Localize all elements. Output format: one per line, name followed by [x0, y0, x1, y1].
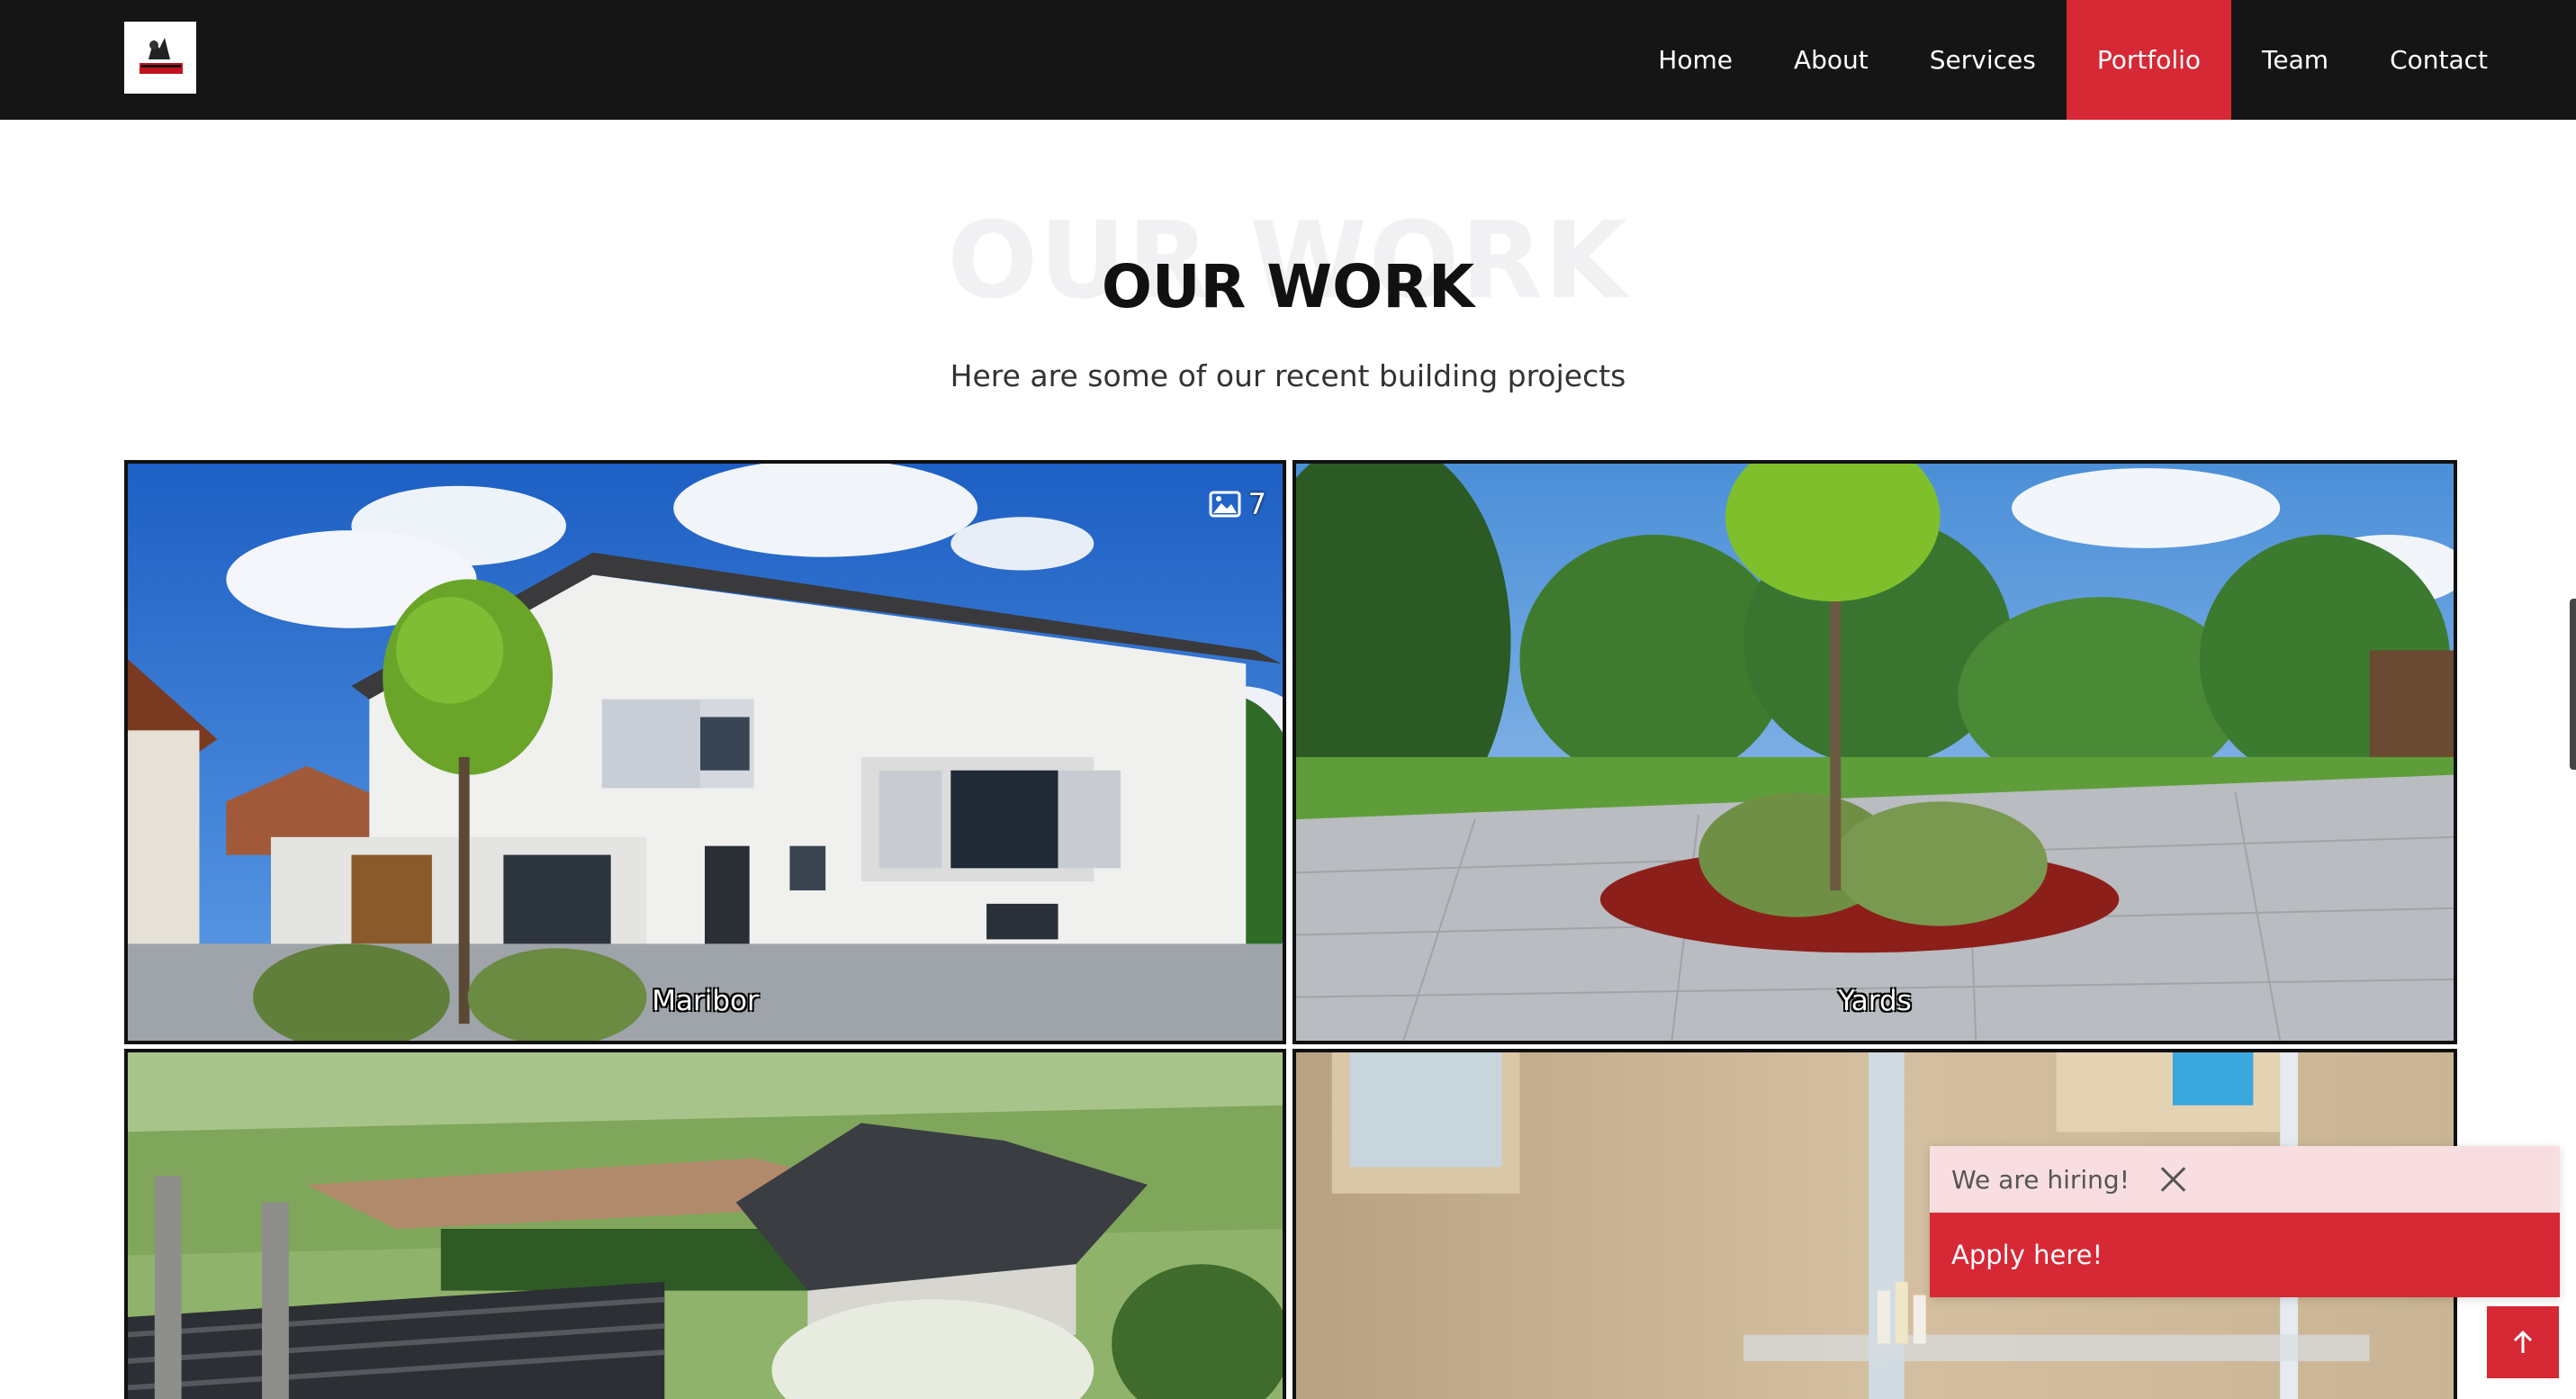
image-icon [1209, 491, 1241, 518]
scrollbar-handle[interactable] [2570, 599, 2576, 770]
close-icon[interactable] [2157, 1163, 2189, 1196]
gallery-item-maribor[interactable]: 7 Maribor [124, 460, 1286, 1044]
hillside-house-photo [128, 1052, 1283, 1399]
logo-icon [140, 38, 183, 74]
nav-contact[interactable]: Contact [2359, 0, 2518, 120]
hiring-text: We are hiring! [1951, 1164, 2130, 1195]
nav-services[interactable]: Services [1899, 0, 2067, 120]
gallery-caption: Maribor [652, 985, 759, 1017]
back-to-top-button[interactable] [2487, 1306, 2559, 1378]
hiring-header: We are hiring! [1930, 1146, 2560, 1213]
gallery-item-yards[interactable]: Yards [1293, 460, 2457, 1044]
arrow-up-icon [2513, 1330, 2533, 1353]
photo-count: 7 [1209, 487, 1266, 521]
main-nav: Home About Services Portfolio Team Conta… [1627, 0, 2518, 120]
gallery-item-hillside[interactable] [124, 1049, 1286, 1399]
hiring-popup: We are hiring! Apply here! [1930, 1146, 2560, 1297]
yard-photo [1296, 464, 2454, 1041]
house-photo [128, 464, 1283, 1041]
photo-count-number: 7 [1247, 487, 1266, 521]
apply-button[interactable]: Apply here! [1930, 1213, 2560, 1297]
logo[interactable] [124, 22, 196, 94]
site-header: Home About Services Portfolio Team Conta… [0, 0, 2576, 120]
section-subtitle: Here are some of our recent building pro… [950, 358, 1626, 393]
gallery-caption: Yards [1838, 985, 1912, 1017]
section-title: OUR WORK [1101, 252, 1475, 321]
nav-about[interactable]: About [1763, 0, 1899, 120]
nav-home[interactable]: Home [1627, 0, 1763, 120]
nav-portfolio[interactable]: Portfolio [2066, 0, 2232, 120]
nav-team[interactable]: Team [2231, 0, 2359, 120]
